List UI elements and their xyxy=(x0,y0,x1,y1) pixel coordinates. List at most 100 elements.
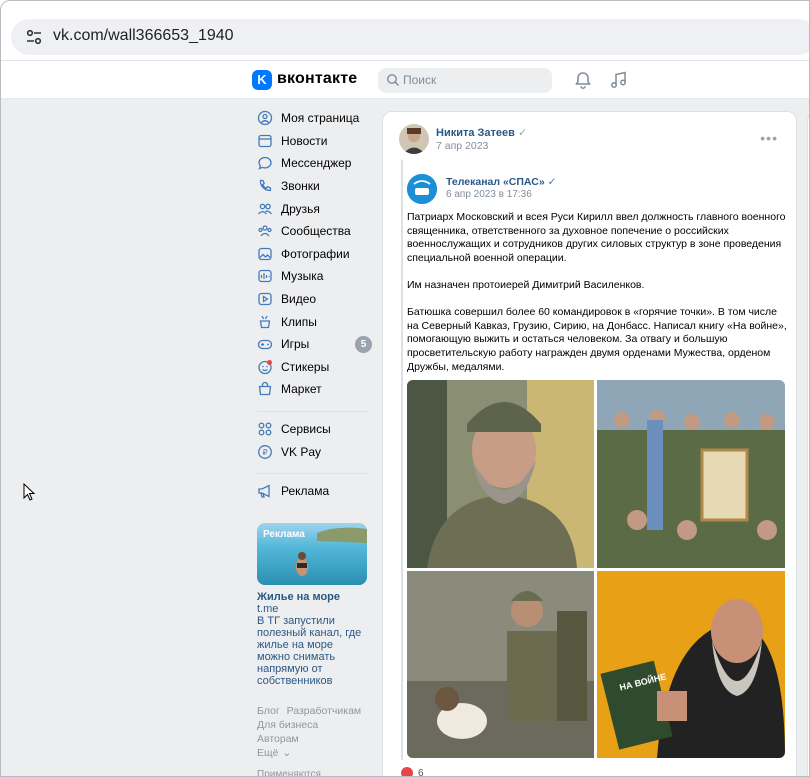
footer-link[interactable]: Для бизнеса xyxy=(257,719,318,731)
search-input[interactable]: Поиск xyxy=(378,68,552,93)
avatar-photo xyxy=(399,124,429,154)
sidebar-item-market-bag[interactable]: Маркет xyxy=(257,378,372,401)
sidebar-item-label: Музыка xyxy=(281,269,324,284)
post-photo-grid: НА ВОЙНЕ xyxy=(407,380,785,758)
sidebar-item-label: Звонки xyxy=(281,179,320,194)
footer-bottom-text: Применяются xyxy=(257,769,321,777)
gamepad-icon xyxy=(257,340,273,350)
sidebar-item-label: Маркет xyxy=(281,382,322,397)
author-avatar[interactable] xyxy=(399,124,429,154)
sidebar-item-friends[interactable]: Друзья xyxy=(257,197,372,220)
divider xyxy=(257,472,369,474)
sidebar-item-phone[interactable]: Звонки xyxy=(257,175,372,198)
post-photo[interactable]: НА ВОЙНЕ xyxy=(597,571,785,758)
community-icon xyxy=(258,225,272,237)
sidebar-item-label: Фотографии xyxy=(281,246,350,261)
repost-line xyxy=(401,160,403,760)
sidebar-item-sticker[interactable]: Стикеры xyxy=(257,356,372,379)
sidebar-item-video[interactable]: Видео xyxy=(257,288,372,311)
spas-logo-icon xyxy=(407,174,437,204)
newspaper-icon xyxy=(258,134,272,148)
sidebar-footer: Блог Разработчикам Для бизнеса Авторам Е… xyxy=(257,704,369,760)
services-grid-icon xyxy=(258,422,272,436)
post-card: Никита Затеев ✓ 7 апр 2023 ••• Телеканал… xyxy=(382,111,797,777)
repost-avatar[interactable] xyxy=(407,174,437,204)
photo-soldier-with-dog xyxy=(407,571,594,758)
sidebar-item-label: Моя страница xyxy=(281,111,360,126)
sidebar-item-ads[interactable]: Реклама xyxy=(257,480,372,503)
footer-link-more[interactable]: Ещё xyxy=(257,747,278,759)
ad-text[interactable]: В ТГ запустили полезный канал, где жилье… xyxy=(257,615,369,687)
clips-icon xyxy=(259,315,271,328)
chevron-down-icon: ⌄ xyxy=(282,747,292,759)
post-photo[interactable] xyxy=(407,571,594,758)
ad-image[interactable]: Реклама xyxy=(257,523,367,585)
sidebar-item-label: Сообщества xyxy=(281,224,351,239)
verified-icon: ✓ xyxy=(518,127,528,139)
ad-title[interactable]: Жилье на море xyxy=(257,591,369,603)
sidebar-item-photo[interactable]: Фотографии xyxy=(257,243,372,266)
address-bar[interactable]: vk.com/wall366653_1940 xyxy=(11,19,809,55)
post-photo[interactable] xyxy=(597,380,785,568)
sidebar-item-user-circle[interactable]: Моя страница xyxy=(257,107,372,130)
post-date[interactable]: 7 апр 2023 xyxy=(436,140,488,152)
photo-icon xyxy=(258,247,272,261)
megaphone-icon xyxy=(258,484,270,498)
like-count: 6 xyxy=(418,767,424,777)
sidebar-item-music[interactable]: Музыка xyxy=(257,265,372,288)
site-settings-icon[interactable] xyxy=(25,28,43,46)
like-button[interactable]: 6 xyxy=(401,767,424,777)
more-options-icon[interactable]: ••• xyxy=(760,130,778,146)
footer-link[interactable]: Авторам xyxy=(257,733,299,745)
message-icon xyxy=(258,157,272,171)
url-text[interactable]: vk.com/wall366653_1940 xyxy=(53,27,234,45)
sidebar-item-label: Реклама xyxy=(281,484,330,499)
music-icon xyxy=(258,270,272,283)
sidebar-item-message[interactable]: Мессенджер xyxy=(257,152,372,175)
sidebar-ad[interactable]: Реклама Жилье на море t.me В ТГ запустил… xyxy=(257,523,369,687)
ad-domain[interactable]: t.me xyxy=(257,603,369,615)
post-paragraph: Батюшка совершил более 60 командировок в… xyxy=(407,306,787,373)
sidebar-item-vkpay[interactable]: ₽ VK Pay xyxy=(257,440,372,463)
search-placeholder: Поиск xyxy=(403,73,437,87)
repost-author[interactable]: Телеканал «СПАС» ✓ xyxy=(446,176,556,188)
brand-name[interactable]: вконтакте xyxy=(277,70,357,88)
footer-link[interactable]: Блог xyxy=(257,705,280,717)
friends-icon xyxy=(258,203,272,215)
sidebar-item-newspaper[interactable]: Новости xyxy=(257,130,372,153)
browser-window: vk.com/wall366653_1940 K вконтакте Поиск… xyxy=(0,0,810,777)
ad-tag: Реклама xyxy=(263,529,305,540)
browser-toolbar: vk.com/wall366653_1940 xyxy=(1,1,809,61)
search-icon xyxy=(387,74,399,86)
sidebar-item-services-grid[interactable]: Сервисы xyxy=(257,418,372,441)
notification-badge: 5 xyxy=(355,335,372,353)
post-author[interactable]: Никита Затеев ✓ xyxy=(436,126,527,139)
sidebar-item-community[interactable]: Сообщества xyxy=(257,220,372,243)
page-content: Моя страница Новости Мессенджер Звонки Друзь… xyxy=(1,99,809,777)
sidebar-item-label: Стикеры xyxy=(281,359,330,374)
sidebar-item-label: Сервисы xyxy=(281,422,331,437)
post-photo[interactable] xyxy=(407,380,594,568)
photo-soldier-priest xyxy=(407,380,594,568)
sticker-icon xyxy=(258,359,272,374)
bell-icon[interactable] xyxy=(573,70,593,90)
phone-icon xyxy=(259,179,272,192)
sidebar-item-label: Новости xyxy=(281,133,328,148)
video-icon xyxy=(258,292,272,306)
vk-logo-icon[interactable]: K xyxy=(252,70,272,90)
svg-text:₽: ₽ xyxy=(262,448,267,457)
sidebar-item-label: Друзья xyxy=(281,201,320,216)
post-paragraph: Патриарх Московский и всея Руси Кирилл в… xyxy=(407,211,786,264)
divider xyxy=(257,410,369,412)
repost-date[interactable]: 6 апр 2023 в 17:36 xyxy=(446,189,532,200)
verified-icon: ✓ xyxy=(547,176,557,188)
photo-soldiers-icon-blessing xyxy=(597,380,785,568)
post-paragraph: Им назначен протоиерей Димитрий Василенк… xyxy=(407,278,645,291)
sidebar-item-label: Игры xyxy=(281,337,310,352)
sidebar-item-label: VK Pay xyxy=(281,444,322,459)
sidebar-item-clips[interactable]: Клипы xyxy=(257,310,372,333)
sidebar-item-gamepad[interactable]: Игры 5 xyxy=(257,333,372,356)
market-bag-icon xyxy=(258,382,272,396)
music-note-icon[interactable] xyxy=(609,70,629,90)
footer-link[interactable]: Разработчикам xyxy=(287,705,362,717)
